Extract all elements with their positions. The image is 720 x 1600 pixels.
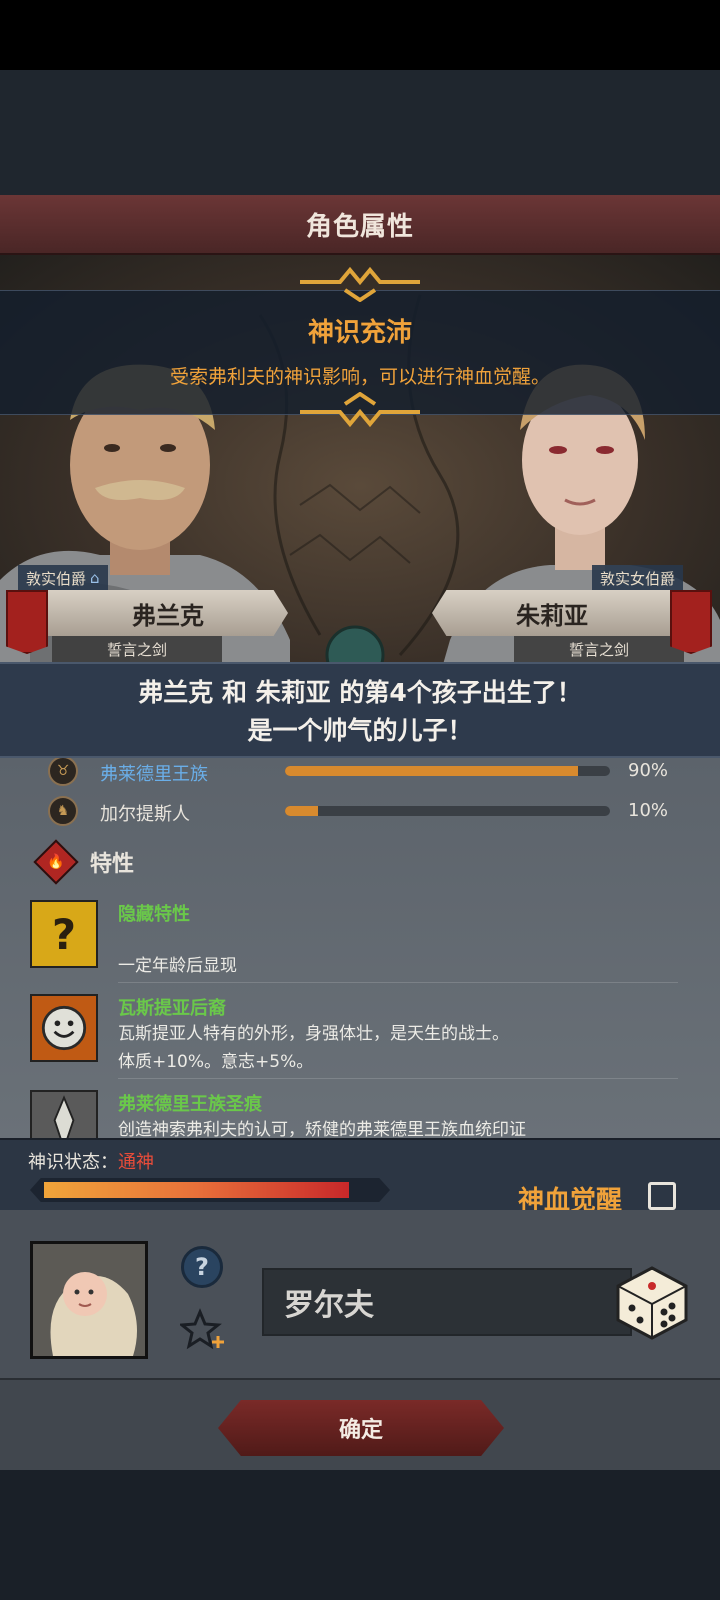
race-bar bbox=[285, 806, 610, 816]
mother-coat-of-arms-icon bbox=[670, 590, 712, 654]
trait-name: 瓦斯提亚后裔 bbox=[118, 998, 226, 1019]
divine-status-value: 通神 bbox=[118, 1152, 154, 1173]
divine-progress-fill bbox=[44, 1182, 349, 1198]
father-name: 弗兰克 bbox=[48, 590, 288, 636]
birth-announcement: 弗兰克 和 朱莉亚 的第4个孩子出生了！ 是一个帅气的儿子！ bbox=[0, 662, 720, 758]
banner-title: 神识充沛 bbox=[307, 318, 412, 348]
mother-name: 朱莉亚 bbox=[432, 590, 672, 636]
page-title: 角色属性 bbox=[305, 211, 414, 242]
father-coat-of-arms-icon bbox=[6, 590, 48, 654]
trait-name: 弗莱德里王族圣痕 bbox=[118, 1094, 262, 1115]
name-input[interactable]: 罗尔夫 bbox=[262, 1268, 632, 1336]
fire-icon: 🔥 bbox=[33, 839, 79, 885]
mother-title: 誓言之剑 bbox=[514, 636, 684, 662]
castle-icon: ⌂ bbox=[90, 569, 100, 587]
star-plus-icon[interactable] bbox=[180, 1306, 228, 1354]
child-avatar bbox=[30, 1241, 148, 1359]
confirm-button[interactable]: 确定 bbox=[218, 1400, 504, 1456]
divider bbox=[118, 1078, 678, 1079]
trait-desc: 一定年龄后显现 bbox=[118, 956, 237, 976]
ornament-bottom-icon bbox=[300, 392, 420, 428]
father-title: 誓言之剑 bbox=[52, 636, 222, 662]
banner-text: 受索弗利夫的神识影响，可以进行神血觉醒。 bbox=[169, 366, 550, 388]
status-bar-area bbox=[0, 0, 720, 70]
question-mark-icon: ? bbox=[30, 900, 98, 968]
beast-crest-icon: ♞ bbox=[48, 796, 78, 826]
birth-line-2: 是一个帅气的儿子！ bbox=[247, 716, 473, 745]
race-row: ♞ 加尔提斯人 10% bbox=[0, 790, 720, 830]
title-bar: 角色属性 bbox=[0, 195, 720, 255]
trait-effect: 体质+10%。意志+5%。 bbox=[118, 1052, 314, 1072]
race-fill-0 bbox=[285, 766, 578, 776]
mother-rank: 敦实女伯爵 bbox=[592, 565, 684, 591]
race-fill-1 bbox=[285, 806, 318, 816]
race-row: ♉ 弗莱德里王族 90% bbox=[0, 758, 720, 790]
svg-text:?: ? bbox=[52, 911, 76, 959]
baby-icon bbox=[33, 1244, 145, 1356]
father-rank: 敦实伯爵 ⌂ bbox=[18, 565, 108, 591]
dimmed-background bbox=[0, 70, 720, 195]
crest-icon bbox=[30, 1090, 98, 1138]
bull-crest-icon: ♉ bbox=[48, 758, 78, 786]
awaken-checkbox[interactable] bbox=[648, 1182, 676, 1210]
traits-header: 🔥 特性 bbox=[30, 839, 670, 885]
trait-desc: 创造神索弗利夫的认可，矫健的弗莱德里王族血统印证 bbox=[118, 1120, 526, 1138]
trait-scroll-area[interactable]: ♉ 弗莱德里王族 90% ♞ 加尔提斯人 10% 🔥 特性 ? 隐藏特性 一定年… bbox=[0, 758, 720, 1138]
divider bbox=[118, 982, 678, 983]
help-button[interactable]: ? bbox=[181, 1246, 223, 1288]
smiley-sun-icon bbox=[30, 994, 98, 1062]
trait-desc: 瓦斯提亚人特有的外形，身强体壮，是天生的战士。 bbox=[118, 1024, 509, 1044]
race-bar bbox=[285, 766, 610, 776]
trait-name: 隐藏特性 bbox=[118, 904, 190, 925]
divine-status-label: 神识状态：通神 bbox=[28, 1152, 154, 1173]
dice-icon[interactable] bbox=[612, 1262, 692, 1342]
traits-header-label: 特性 bbox=[90, 852, 135, 877]
race-name: 加尔提斯人 bbox=[100, 804, 190, 825]
ornament-top-icon bbox=[300, 266, 420, 302]
race-name: 弗莱德里王族 bbox=[100, 764, 208, 785]
race-percent: 90% bbox=[628, 760, 669, 781]
dimmed-background-bottom bbox=[0, 1470, 720, 1600]
race-percent: 10% bbox=[628, 800, 669, 821]
birth-line-1: 弗兰克 和 朱莉亚 的第4个孩子出生了！ bbox=[138, 678, 582, 707]
